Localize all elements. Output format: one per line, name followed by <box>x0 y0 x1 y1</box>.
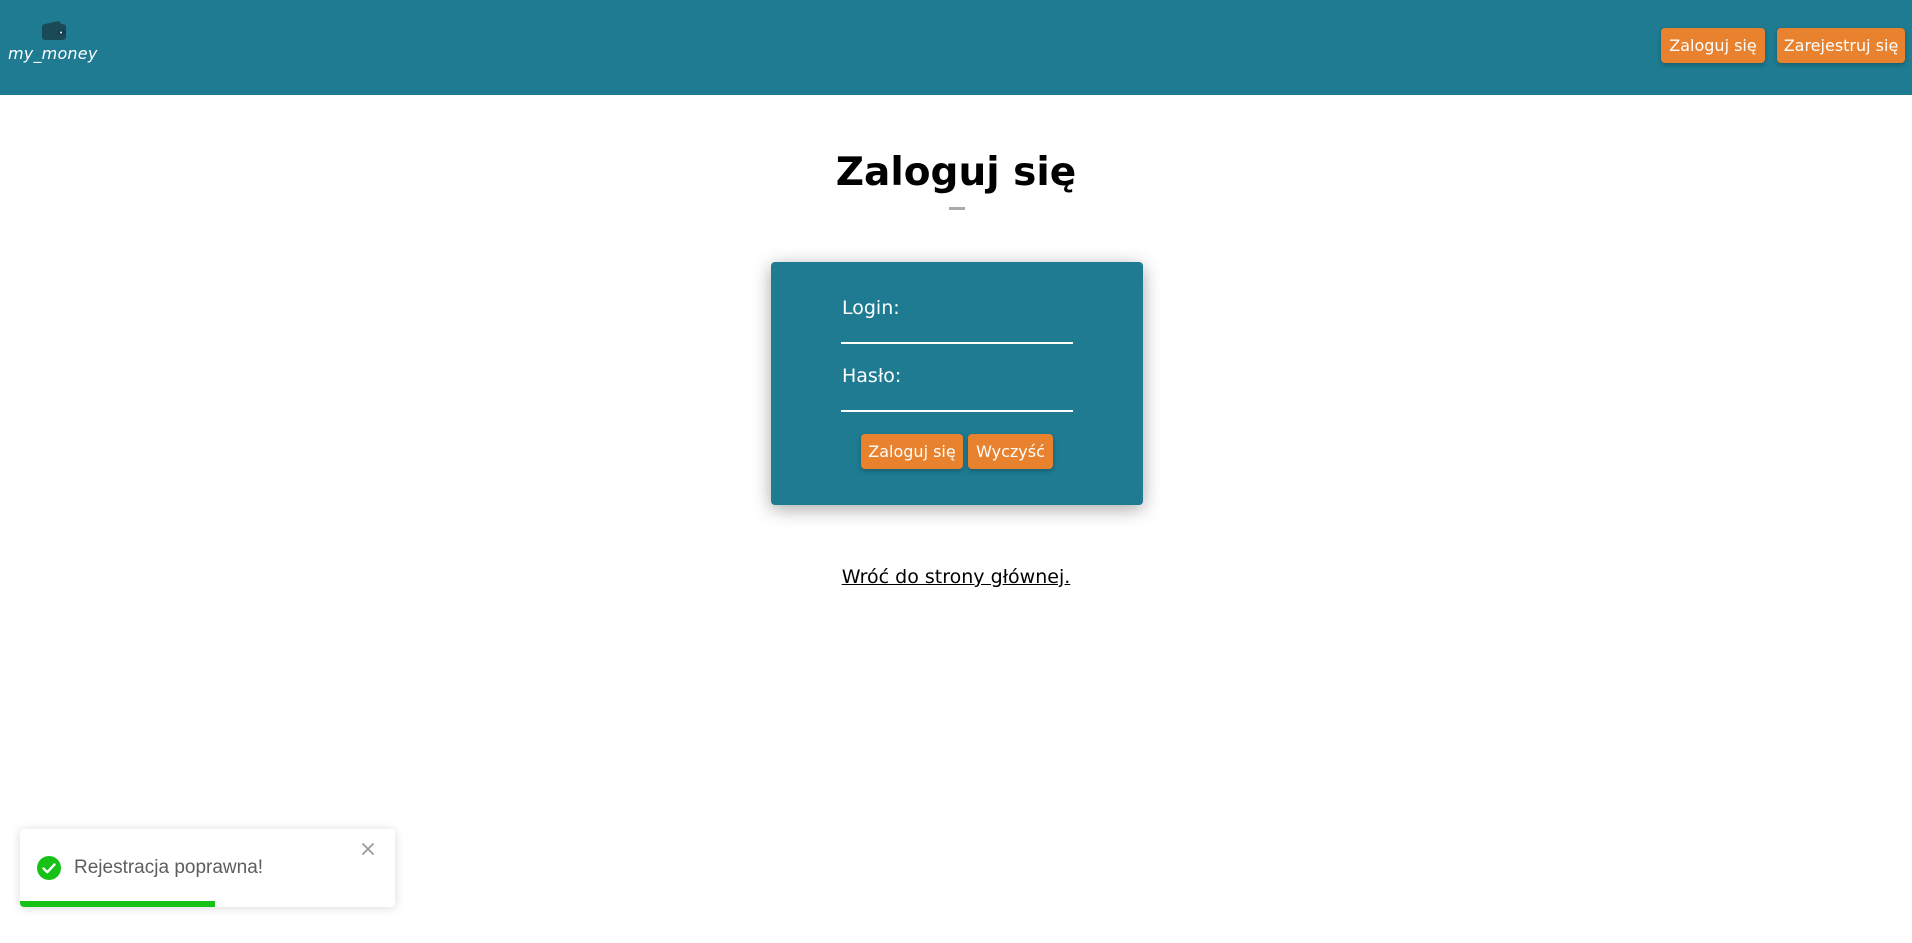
nav-login-button[interactable]: Zaloguj się <box>1661 28 1765 63</box>
title-underline <box>949 207 965 210</box>
login-input[interactable] <box>841 318 1073 344</box>
password-label: Hasło: <box>842 365 902 387</box>
page-title: Zaloguj się <box>835 150 1077 195</box>
login-form: Login: Hasło: Zaloguj się Wyczyść <box>771 262 1143 505</box>
logo-text: my_money <box>8 44 98 63</box>
wallet-icon <box>42 21 66 40</box>
close-icon[interactable] <box>359 840 377 858</box>
success-toast: Rejestracja poprawna! <box>20 829 395 907</box>
password-input[interactable] <box>841 386 1073 412</box>
toast-progress-bar <box>20 901 215 907</box>
nav-register-button[interactable]: Zarejestruj się <box>1777 28 1905 63</box>
back-to-home-link[interactable]: Wróć do strony głównej. <box>0 566 1912 588</box>
toast-message: Rejestracja poprawna! <box>74 857 264 878</box>
clear-button[interactable]: Wyczyść <box>968 434 1053 469</box>
submit-login-button[interactable]: Zaloguj się <box>861 434 963 469</box>
top-navbar: my_money Zaloguj się Zarejestruj się <box>0 0 1912 95</box>
logo[interactable]: my_money <box>8 18 100 74</box>
toast-progress-track <box>20 901 395 907</box>
login-label: Login: <box>842 297 900 319</box>
check-circle-icon <box>37 856 61 880</box>
